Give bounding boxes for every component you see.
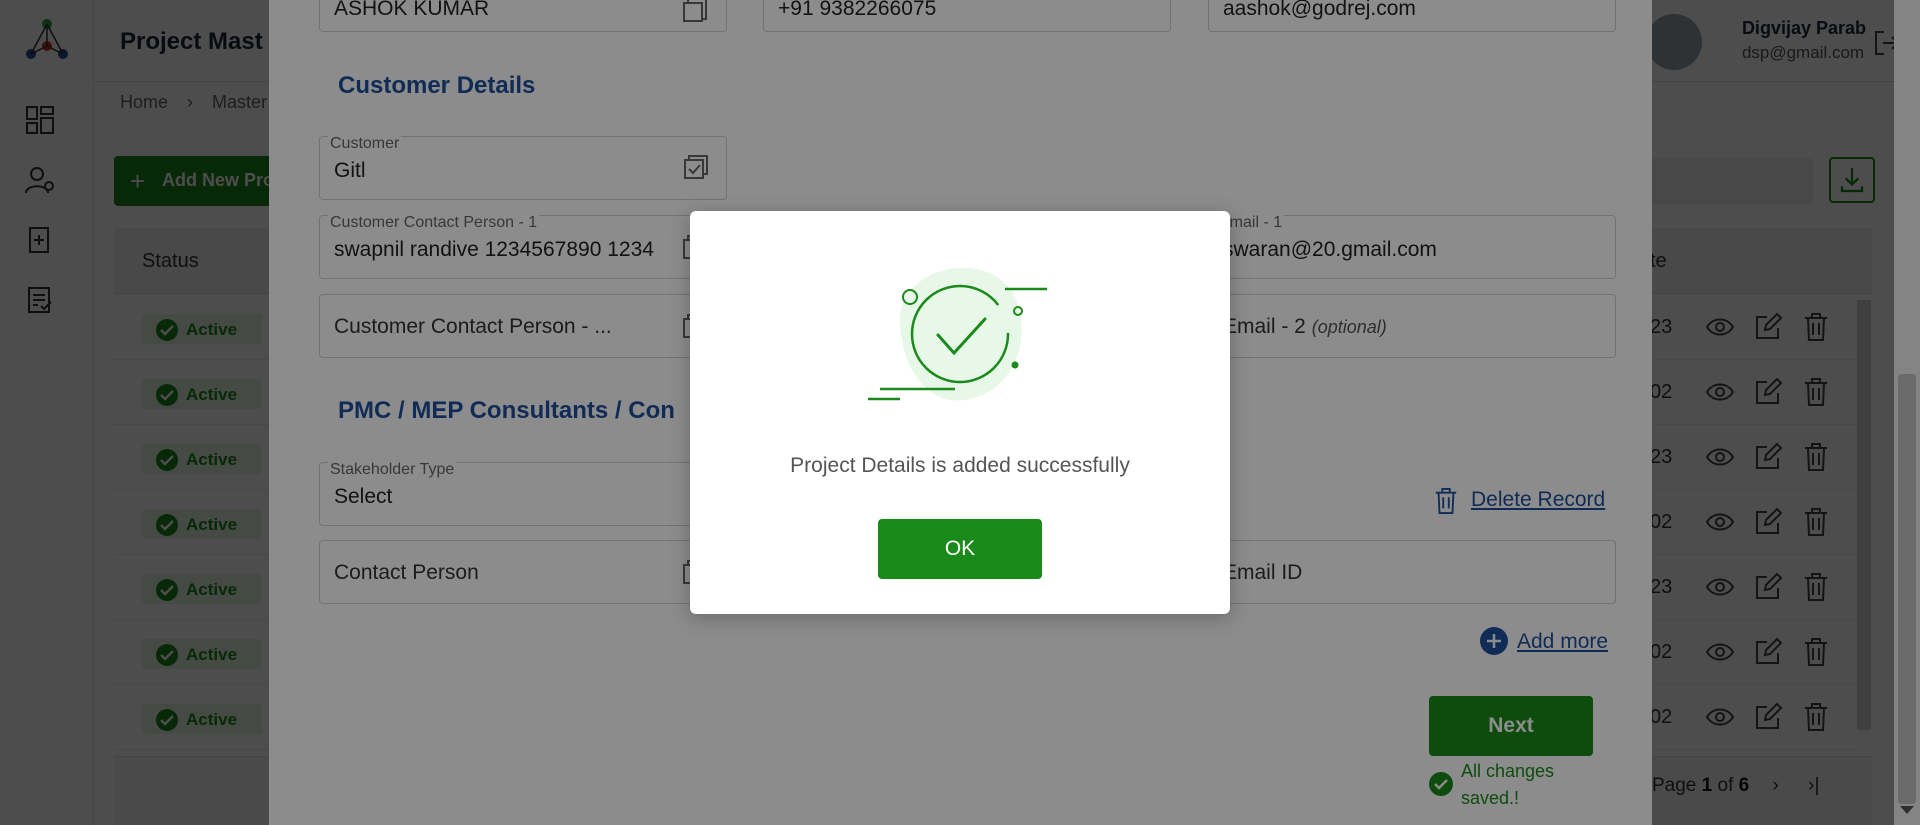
ok-button[interactable]: OK	[878, 519, 1042, 579]
success-check-illustration	[868, 267, 1047, 401]
success-dialog: Project Details is added successfully OK	[690, 211, 1230, 614]
success-message: Project Details is added successfully	[790, 454, 1130, 477]
